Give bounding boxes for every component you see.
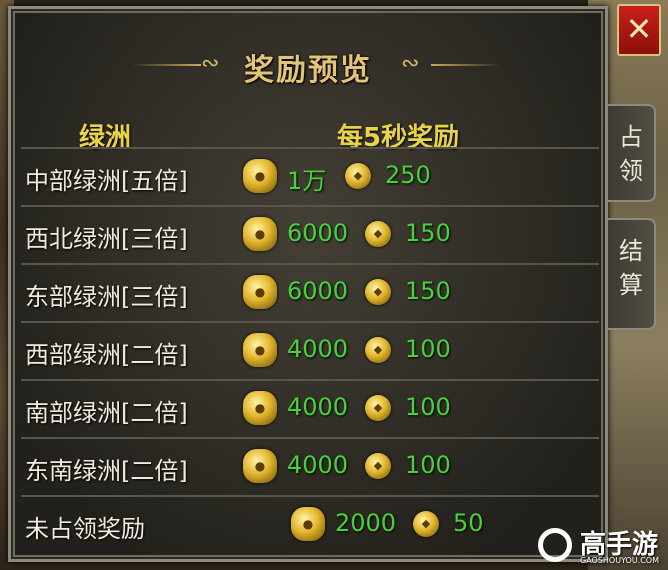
reward-a-value: 2000 bbox=[335, 509, 397, 537]
reward-b-value: 50 bbox=[453, 509, 484, 537]
oasis-name: 东南绿洲[二倍] bbox=[25, 457, 188, 485]
reward-b-value: 150 bbox=[405, 277, 451, 305]
gold-ingot-icon: ● bbox=[243, 217, 277, 251]
watermark-g-icon bbox=[538, 528, 572, 562]
coin-icon: ◆ bbox=[365, 395, 391, 421]
gold-ingot-icon: ● bbox=[243, 333, 277, 367]
oasis-name: 西北绿洲[三倍] bbox=[25, 225, 188, 253]
watermark-subtext: GAOSHOUYOU.COM bbox=[580, 556, 660, 565]
reward-a-value: 6000 bbox=[287, 277, 349, 305]
oasis-name: 中部绿洲[五倍] bbox=[25, 167, 188, 195]
title-bar: ∾ 奖励预览 ∾ bbox=[11, 45, 605, 88]
reward-a-value: 4000 bbox=[287, 393, 349, 421]
gold-ingot-icon: ● bbox=[243, 159, 277, 193]
table-row: 未占领奖励 ● 2000 ◆ 50 bbox=[21, 495, 599, 555]
reward-a-value: 4000 bbox=[287, 335, 349, 363]
table-row: 中部绿洲[五倍] ● 1万 ◆ 250 bbox=[21, 147, 599, 207]
panel-title: 奖励预览 bbox=[244, 53, 372, 88]
tab-settle-label: 结算 bbox=[619, 237, 643, 299]
reward-b-value: 150 bbox=[405, 219, 451, 247]
oasis-name: 南部绿洲[二倍] bbox=[25, 399, 188, 427]
gold-ingot-icon: ● bbox=[243, 275, 277, 309]
gold-ingot-icon: ● bbox=[243, 449, 277, 483]
reward-preview-panel: ∾ 奖励预览 ∾ 绿洲 每5秒奖励 中部绿洲[五倍] ● 1万 ◆ 250 西北… bbox=[8, 6, 608, 562]
oasis-name: 未占领奖励 bbox=[25, 515, 145, 543]
tab-settle[interactable]: 结算 bbox=[608, 218, 656, 330]
close-button[interactable]: ✕ bbox=[617, 4, 661, 56]
tab-occupy[interactable]: 占领 bbox=[608, 104, 656, 202]
oasis-name: 西部绿洲[二倍] bbox=[25, 341, 188, 369]
coin-icon: ◆ bbox=[365, 337, 391, 363]
gold-ingot-icon: ● bbox=[291, 507, 325, 541]
table-row: 东南绿洲[二倍] ● 4000 ◆ 100 bbox=[21, 437, 599, 497]
coin-icon: ◆ bbox=[413, 511, 439, 537]
ornament-right-icon: ∾ bbox=[401, 51, 420, 76]
coin-icon: ◆ bbox=[365, 453, 391, 479]
gold-ingot-icon: ● bbox=[243, 391, 277, 425]
reward-a-value: 4000 bbox=[287, 451, 349, 479]
oasis-name: 东部绿洲[三倍] bbox=[25, 283, 188, 311]
reward-b-value: 100 bbox=[405, 393, 451, 421]
coin-icon: ◆ bbox=[345, 163, 371, 189]
reward-a-value: 6000 bbox=[287, 219, 349, 247]
reward-b-value: 100 bbox=[405, 335, 451, 363]
reward-b-value: 100 bbox=[405, 451, 451, 479]
reward-b-value: 250 bbox=[385, 161, 431, 189]
table-row: 南部绿洲[二倍] ● 4000 ◆ 100 bbox=[21, 379, 599, 439]
watermark-logo: 高手游 GAOSHOUYOU.COM bbox=[534, 522, 668, 570]
reward-a-value: 1万 bbox=[287, 167, 327, 195]
coin-icon: ◆ bbox=[365, 221, 391, 247]
table-row: 西部绿洲[二倍] ● 4000 ◆ 100 bbox=[21, 321, 599, 381]
tab-occupy-label: 占领 bbox=[619, 123, 643, 185]
coin-icon: ◆ bbox=[365, 279, 391, 305]
table-row: 西北绿洲[三倍] ● 6000 ◆ 150 bbox=[21, 205, 599, 265]
table-row: 东部绿洲[三倍] ● 6000 ◆ 150 bbox=[21, 263, 599, 323]
title-divider-right bbox=[431, 64, 501, 66]
